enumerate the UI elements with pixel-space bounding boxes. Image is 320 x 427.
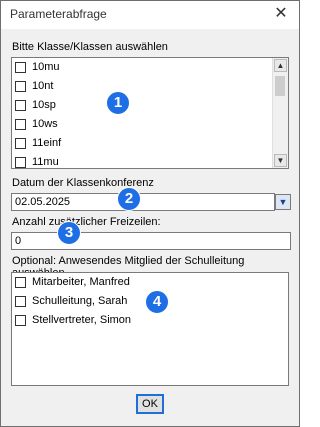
checkbox[interactable] — [15, 296, 26, 307]
scroll-down-icon[interactable]: ▼ — [274, 154, 287, 167]
classes-scrollbar[interactable]: ▲ ▼ — [272, 58, 288, 168]
list-item[interactable]: Stellvertreter, Simon — [12, 311, 288, 330]
list-item[interactable]: 10ws — [12, 115, 288, 134]
free-lines-field[interactable]: 0 — [11, 232, 291, 250]
checkbox[interactable] — [15, 100, 26, 111]
badge-1: 1 — [106, 91, 130, 115]
checkbox[interactable] — [15, 277, 26, 288]
checkbox[interactable] — [15, 138, 26, 149]
checkbox[interactable] — [15, 119, 26, 130]
badge-3: 3 — [57, 221, 81, 245]
title-bar: Parameterabfrage ✕ — [1, 1, 299, 29]
checkbox[interactable] — [15, 81, 26, 92]
classes-label: Bitte Klasse/Klassen auswählen — [12, 41, 168, 53]
checkbox[interactable] — [15, 157, 26, 168]
free-lines-label: Anzahl zusätzlicher Freizeilen: — [12, 216, 161, 228]
scroll-up-icon[interactable]: ▲ — [274, 59, 287, 72]
close-icon[interactable]: ✕ — [263, 1, 299, 29]
list-item[interactable]: 11einf — [12, 134, 288, 153]
scroll-thumb[interactable] — [275, 76, 285, 96]
list-item[interactable]: 10sp — [12, 96, 288, 115]
checkbox[interactable] — [15, 315, 26, 326]
list-item[interactable]: 11mu — [12, 153, 288, 168]
window-title: Parameterabfrage — [10, 7, 107, 21]
leadership-listbox[interactable]: Mitarbeiter, Manfred Schulleitung, Sarah… — [11, 272, 289, 386]
badge-2: 2 — [117, 187, 141, 211]
list-item[interactable]: Mitarbeiter, Manfred — [12, 273, 288, 292]
checkbox[interactable] — [15, 62, 26, 73]
badge-4: 4 — [145, 290, 169, 314]
date-field[interactable]: 02.05.2025 — [11, 193, 275, 211]
list-item[interactable]: 10mu — [12, 58, 288, 77]
classes-listbox[interactable]: 10mu 10nt 10sp 10ws 11einf 11mu ▲ ▼ — [11, 57, 289, 169]
chevron-down-icon[interactable]: ▼ — [275, 194, 291, 210]
ok-button[interactable]: OK — [136, 394, 164, 414]
dialog-window: Parameterabfrage ✕ Bitte Klasse/Klassen … — [0, 0, 300, 427]
list-item[interactable]: 10nt — [12, 77, 288, 96]
